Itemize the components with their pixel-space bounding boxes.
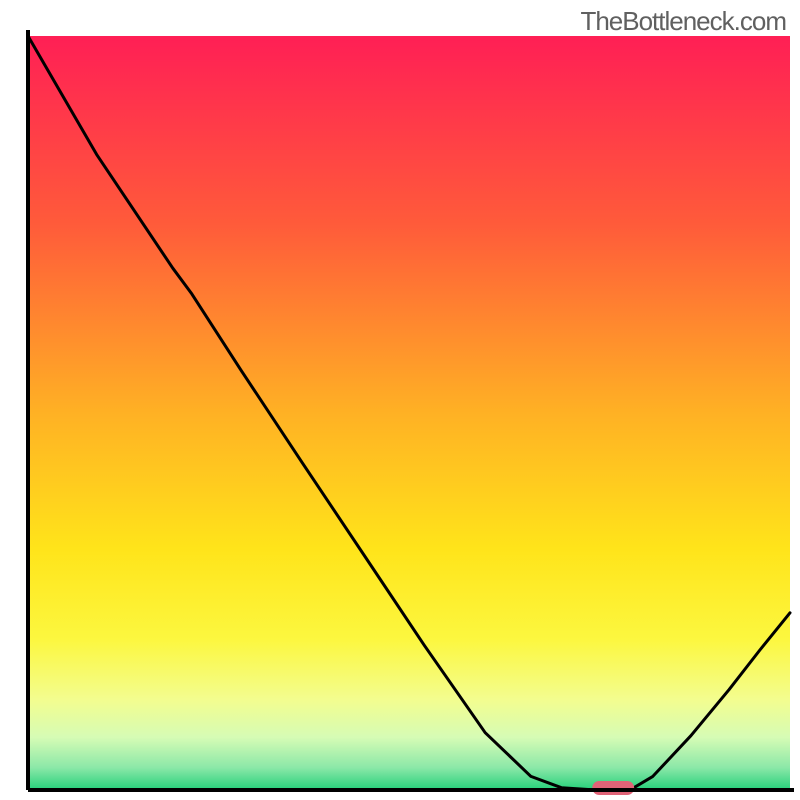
bottleneck-chart: TheBottleneck.com (0, 0, 800, 800)
watermark-text: TheBottleneck.com (580, 6, 786, 37)
chart-svg (0, 0, 800, 800)
